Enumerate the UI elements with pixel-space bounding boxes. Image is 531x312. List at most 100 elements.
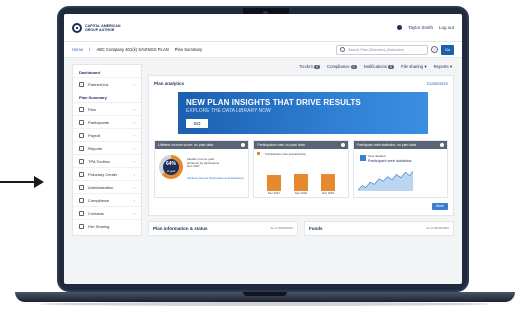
sidebar-dashboard[interactable]: Dashboard <box>73 68 141 77</box>
chevron-right-icon: › <box>133 158 135 164</box>
chevron-right-icon: › <box>133 132 135 138</box>
breadcrumb-current: Plan Summary <box>174 47 203 52</box>
sidebar-item-participants[interactable]: Participants › <box>73 115 141 128</box>
pointer-arrow-icon <box>0 176 44 188</box>
shield-icon <box>79 171 84 177</box>
sidebar-item-fiduciary-center[interactable]: Fiduciary Center › <box>73 167 141 180</box>
bar-label: Dec 2018 <box>294 191 307 195</box>
bar-chart-icon <box>359 155 366 161</box>
income-score-donut: 64% of goal <box>159 155 183 179</box>
top-bar: CAPITAL AMERICAN GROUP AUTHOR Taylor Smi… <box>64 14 462 42</box>
sidebar-item-file-sharing[interactable]: File Sharing <box>73 219 141 232</box>
income-score-sub: of goal <box>166 169 176 173</box>
plan-info-panel[interactable]: Plan information & status As of 09/06/202… <box>148 221 298 236</box>
notifications-label: Notifications <box>363 64 388 69</box>
main-content: To-do's 0 Compliance 0 Notifications 0 File… <box>148 64 454 236</box>
toolbox-icon <box>79 158 84 164</box>
card-title: Participation rate: no plan data <box>257 143 305 147</box>
card-body: View detailed Participant web statistics <box>354 149 447 197</box>
income-disclosure-link[interactable]: Lifetime income information and disclosu… <box>187 176 244 180</box>
income-score-note: Median income goal achieved by participa… <box>187 157 220 169</box>
search-icon <box>340 47 345 52</box>
compliance-count-badge: 0 <box>350 65 357 69</box>
sidebar-item-label: Payroll <box>88 132 101 138</box>
funds-title: Funds <box>309 226 323 231</box>
gear-icon <box>79 184 84 190</box>
info-icon[interactable] <box>241 143 246 147</box>
sidebar-item-plan[interactable]: Plan › <box>73 102 141 115</box>
sidebar-item-compliance[interactable]: Compliance › <box>73 193 141 206</box>
notifications-menu[interactable]: Notifications 0 <box>364 64 394 70</box>
chart-legend: Participation rate (participants) <box>257 152 344 156</box>
chevron-right-icon: › <box>133 81 135 87</box>
sidebar-item-contacts[interactable]: Contacts › <box>73 206 141 219</box>
chevron-right-icon: › <box>133 106 135 112</box>
sidebar: Dashboard PartnerLink › Plan Summary Pla… <box>72 64 142 236</box>
action-toolbar: To-do's 0 Compliance 0 Notifications 0 File… <box>148 64 454 70</box>
sidebar-item-label: TPA Toolbox <box>88 158 111 164</box>
compliance-menu[interactable]: Compliance 0 <box>327 64 357 70</box>
user-area: Taylor Smith Log out <box>397 25 454 30</box>
brand-logo[interactable]: CAPITAL AMERICAN GROUP AUTHOR <box>72 22 121 33</box>
chevron-down-icon: ▾ <box>424 64 427 69</box>
breadcrumb-plan[interactable]: ABC Company 401(k) SAVINGS PLAN <box>96 47 168 52</box>
plan-analytics-header: Plan analytics Customize <box>154 81 448 86</box>
link-icon <box>79 81 84 87</box>
chevron-right-icon: › <box>133 145 135 151</box>
participation-bar: Dec 2018 <box>293 174 308 195</box>
contacts-icon <box>79 210 84 216</box>
file-sharing-menu[interactable]: File sharing ▾ <box>401 64 427 70</box>
sidebar-item-label: PartnerLink <box>88 81 109 87</box>
card-header: Participation rate: no plan data <box>254 141 348 149</box>
participation-rate-card[interactable]: Participation rate: no plan data Partici… <box>253 140 349 198</box>
card-body: Participation rate (participants) Dec 20… <box>254 149 347 197</box>
people-icon <box>79 119 84 125</box>
todo-label: To-do's <box>299 64 314 69</box>
insights-banner[interactable]: NEW PLAN INSIGHTS THAT DRIVE RESULTS EXP… <box>178 92 428 134</box>
sidebar-item-administration[interactable]: Administration › <box>73 180 141 193</box>
chevron-right-icon: › <box>133 184 135 190</box>
sidebar-item-partnerlink[interactable]: PartnerLink › <box>73 77 141 90</box>
sidebar-item-label: Participants <box>88 119 109 125</box>
web-statistics-card[interactable]: Participant web statistics: no plan data… <box>352 140 448 198</box>
laptop-base <box>15 292 515 302</box>
file-icon <box>79 223 84 229</box>
reports-label: Reports <box>433 64 449 69</box>
breadcrumb-home[interactable]: Home <box>72 47 83 52</box>
card-header: Participant web statistics: no plan data <box>353 141 447 149</box>
sidebar-item-reports[interactable]: Reports › <box>73 141 141 154</box>
participation-bars: Dec 2017 Dec 2018 Dec 2019 <box>260 163 341 195</box>
sidebar-item-label: Plan <box>88 106 97 112</box>
sidebar-item-label: File Sharing <box>88 223 110 229</box>
web-stats-line2[interactable]: Participant web statistics <box>368 158 412 163</box>
sidebar-item-tpa-toolbox[interactable]: TPA Toolbox › <box>73 154 141 167</box>
todo-menu[interactable]: To-do's 0 <box>299 64 320 70</box>
participation-bar: Dec 2017 <box>266 174 281 195</box>
banner-title: NEW PLAN INSIGHTS THAT DRIVE RESULTS <box>186 98 361 107</box>
customize-link[interactable]: Customize <box>427 81 448 86</box>
banner-subtitle: EXPLORE THE DATA LIBRARY NOW <box>186 108 271 114</box>
laptop-screen: CAPITAL AMERICAN GROUP AUTHOR Taylor Smi… <box>64 14 462 284</box>
help-icon[interactable]: ? <box>431 46 438 53</box>
sidebar-item-payroll[interactable]: Payroll › <box>73 128 141 141</box>
more-button[interactable]: More <box>432 203 448 210</box>
card-title: Participant web statistics: no plan data <box>356 143 417 147</box>
info-icon[interactable] <box>439 143 444 147</box>
bar-label: Dec 2017 <box>267 191 280 195</box>
search-input[interactable]: Search Plan (Selection) (Selection) <box>336 44 428 55</box>
bar-label: Dec 2019 <box>322 191 335 195</box>
banner-go-button[interactable]: GO <box>186 119 208 128</box>
sidebar-plan-summary[interactable]: Plan Summary <box>73 93 141 102</box>
plan-search: Search Plan (Selection) (Selection) ? Go <box>336 44 454 55</box>
funds-panel[interactable]: Funds As of 09/06/2020 <box>304 221 454 236</box>
sidebar-item-label: Fiduciary Center <box>88 171 118 177</box>
reports-menu[interactable]: Reports ▾ <box>434 64 452 70</box>
web-stats-sparkline <box>357 171 413 191</box>
user-name[interactable]: Taylor Smith <box>408 25 433 30</box>
lifetime-income-card[interactable]: Lifetime income score: no plan data 64% o… <box>154 140 250 198</box>
logout-link[interactable]: Log out <box>439 25 454 30</box>
laptop-shadow <box>40 302 490 306</box>
search-go-button[interactable]: Go <box>441 44 454 55</box>
card-title: Lifetime income score: no plan data <box>158 143 214 147</box>
info-icon[interactable] <box>340 143 345 147</box>
